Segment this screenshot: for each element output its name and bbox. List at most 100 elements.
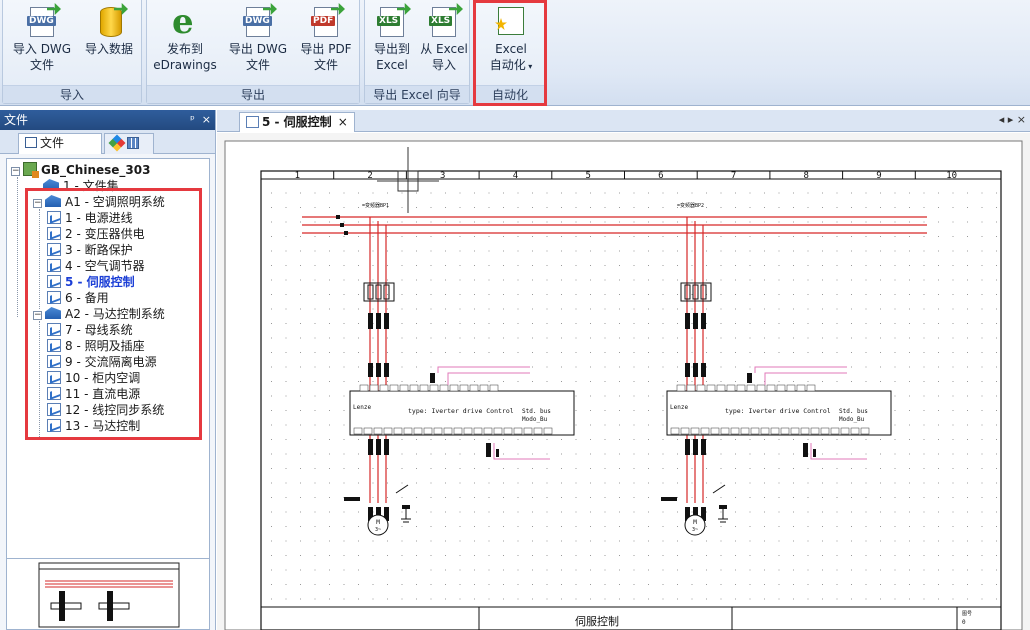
drive-ref-label: =变频器BP2: [677, 202, 704, 209]
drive-bus: Std. bus: [522, 408, 551, 415]
contactor-bar: [376, 363, 381, 377]
drive-terminal: [389, 384, 399, 392]
column-number: 4: [513, 171, 518, 181]
drive-terminal: [413, 427, 423, 435]
title-block-small: 0: [962, 619, 966, 626]
highlight-box-automation: [473, 0, 547, 106]
drive-terminal: [469, 384, 479, 392]
drive-terminal: [453, 427, 463, 435]
drive-terminal: [513, 427, 523, 435]
column-number: 10: [946, 171, 957, 181]
drive-terminal: [483, 427, 493, 435]
drive-terminal: [363, 427, 373, 435]
motor-sub: 3~: [375, 527, 381, 533]
import-from-excel-button[interactable]: XLS 从 Excel 导入: [419, 2, 469, 84]
drawing-icon: [246, 116, 259, 128]
preview-thumbnail: [38, 562, 180, 628]
drive-terminal: [373, 427, 383, 435]
drive-terminal: [770, 427, 780, 435]
contactor-bar: [701, 439, 706, 455]
column-number: 9: [876, 171, 881, 181]
drive-terminal: [840, 427, 850, 435]
tab-files[interactable]: 文件: [18, 133, 102, 154]
drive-terminal: [439, 384, 449, 392]
publish-edrawings-button[interactable]: e 发布到 eDrawings: [149, 2, 221, 84]
column-number: 5: [585, 171, 590, 181]
motor-sub: 3~: [692, 527, 698, 533]
bus-marker: [344, 231, 348, 235]
contactor-bar: [376, 313, 381, 329]
contactor-bar: [376, 439, 381, 455]
signal-block: [486, 443, 491, 457]
brake-bar: [344, 497, 360, 501]
drive-terminal: [369, 384, 379, 392]
group-label-import: 导入: [3, 85, 141, 103]
ribbon-group-import: DWG 导入 DWG 文件 导入数据 导入: [2, 0, 142, 104]
drive-terminal: [419, 384, 429, 392]
drive-terminal: [433, 427, 443, 435]
project-icon: [23, 162, 39, 178]
panel-close-icon[interactable]: ×: [202, 113, 211, 126]
import-data-button[interactable]: 导入数据: [77, 2, 141, 84]
tab-components[interactable]: [104, 133, 154, 154]
import-dwg-button[interactable]: DWG 导入 DWG 文件: [7, 2, 77, 84]
highlight-box-tree: [25, 188, 202, 440]
schematic-sheet[interactable]: 1 2 3 4 5 6 7 8 9 10 =变频器BP1 =变频器BP2 Lenze type: Iver…: [217, 133, 1030, 630]
ribbon-group-export: e 发布到 eDrawings DWG 导出 DWG 文件 PDF 导出 PDF…: [146, 0, 360, 104]
drive-mode: Modo_Bu: [522, 416, 548, 423]
export-pdf-button[interactable]: PDF 导出 PDF 文件: [293, 2, 359, 84]
drive-terminal: [720, 427, 730, 435]
tab-close-icon[interactable]: ×: [338, 115, 348, 129]
motor-label: M: [376, 519, 380, 526]
files-panel: 文件 ᵖ × 文件 − GB_Chinese_303 1 - 文件集 − A1 - …: [0, 110, 216, 630]
ground-block: [402, 505, 410, 509]
drive-terminal: [776, 384, 786, 392]
drive-terminal: [780, 427, 790, 435]
tab-servo-control[interactable]: 5 - 伺服控制 ×: [239, 112, 355, 132]
motor-label: M: [693, 519, 697, 526]
drive-terminal: [786, 384, 796, 392]
drive-terminal: [690, 427, 700, 435]
bus-marker: [336, 215, 340, 219]
edrawings-icon: e: [172, 2, 194, 42]
drive-terminal: [680, 427, 690, 435]
import-xls-icon: XLS: [427, 3, 463, 39]
drive-terminal: [800, 427, 810, 435]
drive-terminal: [810, 427, 820, 435]
export-pdf-icon: PDF: [309, 3, 345, 39]
tree-project[interactable]: − GB_Chinese_303: [11, 162, 150, 178]
drive-terminal: [766, 384, 776, 392]
drive-terminal: [493, 427, 503, 435]
export-dwg-button[interactable]: DWG 导出 DWG 文件: [225, 2, 291, 84]
column-number: 3: [440, 171, 445, 181]
collapse-icon[interactable]: −: [11, 167, 20, 176]
drive-terminal: [790, 427, 800, 435]
column-number: 7: [731, 171, 736, 181]
column-number: 2: [367, 171, 372, 181]
column-number: 8: [804, 171, 809, 181]
signal-block: [747, 373, 752, 383]
pin-icon[interactable]: ᵖ: [190, 113, 195, 126]
drive-terminal: [473, 427, 483, 435]
drive-terminal: [746, 384, 756, 392]
drive-terminal: [726, 384, 736, 392]
drive-terminal: [359, 384, 369, 392]
signal-block: [430, 373, 435, 383]
drive-terminal: [409, 384, 419, 392]
drive-terminal: [383, 427, 393, 435]
contactor-bar: [384, 313, 389, 329]
drive-terminal: [353, 427, 363, 435]
paper: [224, 140, 1023, 630]
export-to-excel-button[interactable]: XLS 导出到 Excel: [367, 2, 417, 84]
document-tabs: 5 - 伺服控制 × ◂ ▸ ×: [217, 110, 1030, 132]
drive-type: type: Iverter drive Control: [725, 407, 831, 415]
drive-terminal: [503, 427, 513, 435]
drawing-canvas[interactable]: 1 2 3 4 5 6 7 8 9 10 =变频器BP1 =变频器BP2 Lenze type: Iver…: [217, 133, 1030, 630]
drive-terminal: [676, 384, 686, 392]
drive-terminal: [489, 384, 499, 392]
drive-terminal: [806, 384, 816, 392]
drive-terminal: [830, 427, 840, 435]
contactor-bar: [701, 363, 706, 377]
tab-nav-controls[interactable]: ◂ ▸ ×: [999, 113, 1026, 126]
contactor-bar: [693, 439, 698, 455]
